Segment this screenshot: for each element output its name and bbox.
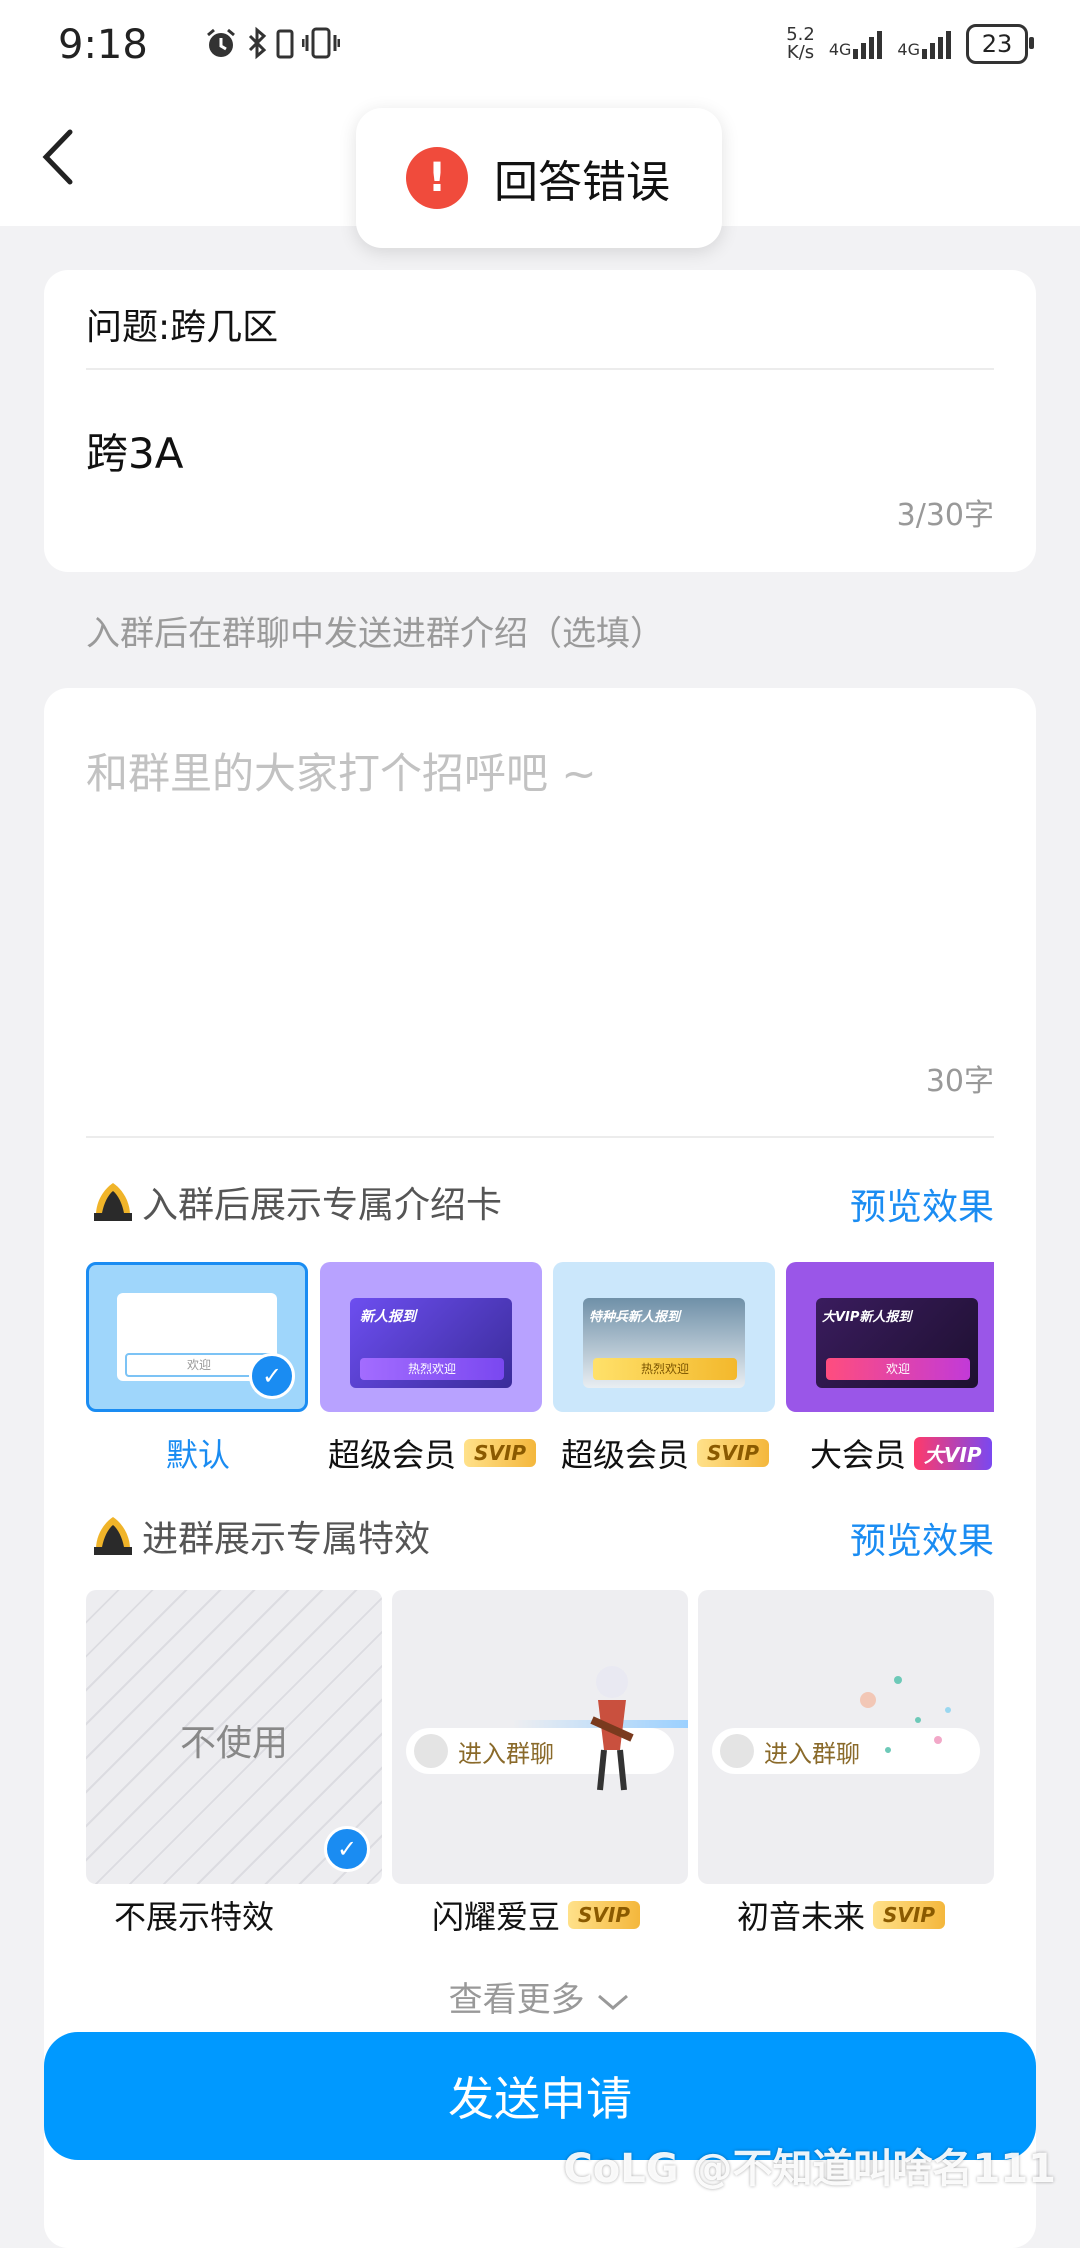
signal-icon: [922, 31, 951, 59]
card-option-label-bigvip: 大会员 大VIP: [810, 1430, 992, 1476]
card-option-label-svip-1: 超级会员 SVIP: [328, 1430, 536, 1476]
intro-card-option-svip-2[interactable]: 特种兵新人报到 热烈欢迎: [553, 1262, 775, 1412]
thumb-title: 特种兵新人报到: [589, 1310, 681, 1325]
view-more-link[interactable]: 查看更多: [0, 1972, 1080, 2021]
signal-1: 4G: [829, 29, 884, 59]
watermark: CoLG @不知道叫啥名111: [563, 2146, 1056, 2192]
error-toast: ! 回答错误: [356, 108, 722, 248]
divider: [86, 1136, 994, 1138]
signal-icon: [853, 31, 883, 59]
error-icon: !: [406, 147, 468, 209]
effect-section-title: 进群展示专属特效: [90, 1510, 430, 1562]
status-icons: [204, 26, 340, 60]
chevron-down-icon: [598, 1994, 629, 2010]
thumb-title: 新人报到: [360, 1309, 416, 1325]
effect-label-none: 不展示特效: [114, 1898, 275, 1936]
toast-message: 回答错误: [494, 157, 670, 208]
intro-card-option-default[interactable]: 欢迎 ✓: [86, 1262, 308, 1412]
check-icon: ✓: [324, 1826, 370, 1872]
svip-badge: SVIP: [873, 1901, 945, 1929]
vibrate-icon: [302, 27, 340, 59]
answer-char-count: 3/30字: [896, 498, 994, 533]
effect-option-idol[interactable]: 进入群聊: [392, 1590, 688, 1884]
card-option-label-svip-2: 超级会员 SVIP: [561, 1430, 769, 1476]
thumb-title: 大VIP新人报到: [822, 1310, 912, 1325]
card-section-title: 入群后展示专属介绍卡: [90, 1176, 502, 1228]
thumb-button: 欢迎: [826, 1358, 970, 1380]
battery-small-icon: [276, 29, 294, 59]
crown-icon: [94, 1517, 132, 1555]
svip-badge: SVIP: [464, 1439, 536, 1467]
effect-label-idol: 闪耀爱豆 SVIP: [432, 1892, 640, 1938]
status-right: 5.2 K/s 4G 4G 23: [786, 24, 1034, 64]
answer-input[interactable]: 跨3A: [86, 420, 183, 481]
intro-label: 入群后在群聊中发送进群介绍（选填）: [86, 614, 664, 654]
intro-input[interactable]: 和群里的大家打个招呼吧 ~: [86, 740, 597, 801]
watermark-logo: CoLG: [563, 2146, 679, 2192]
no-effect-text: 不使用: [179, 1723, 288, 1764]
card-preview-link[interactable]: 预览效果: [850, 1178, 994, 1230]
net-speed: 5.2 K/s: [786, 24, 815, 63]
effect-option-none[interactable]: 不使用 ✓: [86, 1590, 382, 1884]
effect-preview-link[interactable]: 预览效果: [850, 1512, 994, 1564]
effect-option-miku[interactable]: 进入群聊: [698, 1590, 994, 1884]
divider: [86, 368, 994, 370]
effect-label-miku: 初音未来 SVIP: [737, 1892, 945, 1938]
intro-char-count: 30字: [925, 1064, 994, 1099]
bigvip-badge: 大VIP: [914, 1436, 992, 1470]
alarm-icon: [207, 28, 235, 57]
thumb-button: 热烈欢迎: [360, 1358, 504, 1380]
intro-card-option-bigvip[interactable]: 大VIP新人报到 欢迎: [786, 1262, 994, 1412]
svip-badge: SVIP: [697, 1439, 769, 1467]
avatar: [720, 1734, 754, 1768]
status-time: 9:18: [58, 22, 148, 68]
thumb-button: 热烈欢迎: [593, 1358, 737, 1380]
battery-indicator: 23: [966, 24, 1034, 64]
back-chevron-icon[interactable]: [36, 126, 80, 188]
avatar: [414, 1734, 448, 1768]
sparkle-effect-icon: [860, 1676, 951, 1753]
question-title: 问题:跨几区: [86, 307, 279, 348]
idol-figure-icon: [590, 1666, 634, 1791]
check-icon: ✓: [249, 1353, 295, 1399]
card-option-label-default: 默认: [166, 1436, 231, 1474]
signal-2: 4G: [897, 29, 952, 59]
crown-icon: [94, 1183, 132, 1221]
bluetooth-icon: [248, 26, 267, 60]
intro-card-option-svip-1[interactable]: 新人报到 热烈欢迎: [320, 1262, 542, 1412]
svip-badge: SVIP: [568, 1901, 640, 1929]
